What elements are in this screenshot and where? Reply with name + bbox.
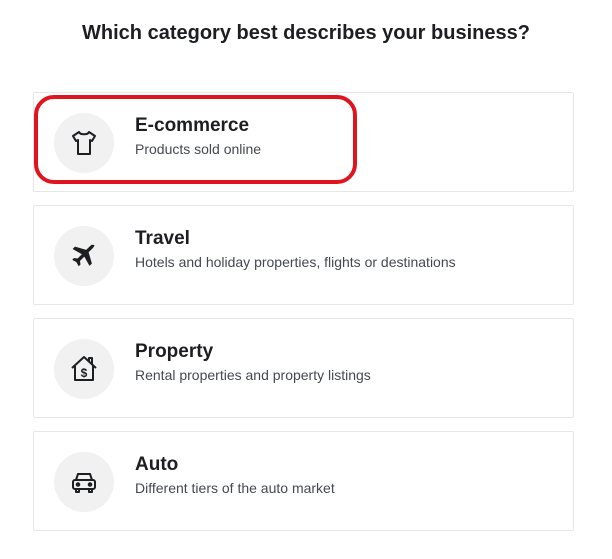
category-description: Hotels and holiday properties, flights o… <box>135 254 456 270</box>
house-dollar-icon: $ <box>54 339 114 399</box>
airplane-icon <box>54 226 114 286</box>
category-title: Property <box>135 341 214 362</box>
category-description: Rental properties and property listings <box>135 367 371 383</box>
category-description: Different tiers of the auto market <box>135 480 335 496</box>
category-title: Travel <box>135 228 190 249</box>
category-card-auto[interactable]: Auto Different tiers of the auto market <box>33 431 574 531</box>
category-card-property[interactable]: $ Property Rental properties and propert… <box>33 318 574 418</box>
category-description: Products sold online <box>135 141 262 157</box>
category-card-travel[interactable]: Travel Hotels and holiday properties, fl… <box>33 205 574 305</box>
category-card-ecommerce[interactable]: E-commerce Products sold online <box>33 92 574 192</box>
page-title: Which category best describes your busin… <box>82 22 530 44</box>
svg-text:$: $ <box>81 366 88 380</box>
tshirt-icon <box>54 113 114 173</box>
category-title: Auto <box>135 454 179 475</box>
car-icon <box>54 452 114 512</box>
category-title: E-commerce <box>135 115 250 136</box>
